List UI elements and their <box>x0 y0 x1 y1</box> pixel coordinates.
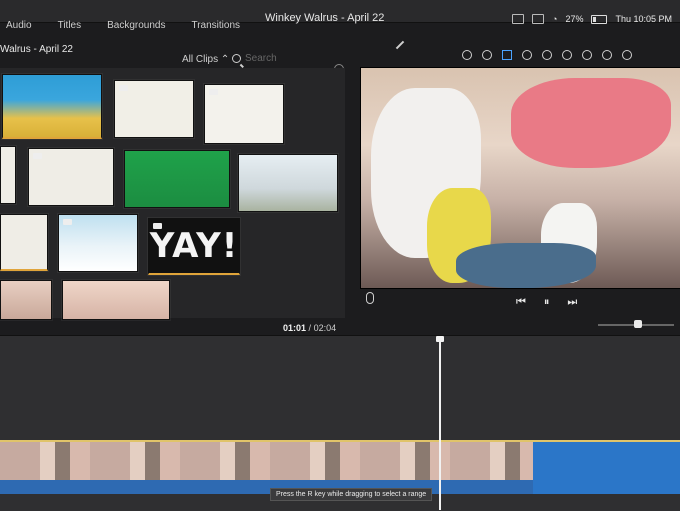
total-time: 02:04 <box>313 323 337 333</box>
clip-partial-left[interactable] <box>0 214 48 271</box>
window-title: Winkey Walrus - April 22 <box>265 12 385 24</box>
microphone-icon[interactable] <box>366 292 374 304</box>
volume-icon[interactable] <box>542 50 552 60</box>
skip-forward-icon[interactable]: ⏭ <box>567 296 577 309</box>
current-time: 01:01 <box>283 323 307 333</box>
chevron-updown-icon: ⌃ <box>220 54 230 65</box>
tab-transitions[interactable]: Transitions <box>191 20 240 31</box>
photo-icon <box>119 85 128 91</box>
pause-icon[interactable]: ⏸ <box>544 296 550 309</box>
tab-audio[interactable]: Audio <box>6 20 32 31</box>
clip-bedroom-1[interactable] <box>0 280 52 320</box>
clip-drawing-partial[interactable] <box>0 146 16 204</box>
clock[interactable]: Thu 10:05 PM <box>615 14 672 24</box>
clip-cage-drawing[interactable] <box>28 148 114 206</box>
clip-walrus-drawing[interactable] <box>114 80 194 138</box>
tab-titles[interactable]: Titles <box>58 20 82 31</box>
noise-filter-icon[interactable] <box>602 50 612 60</box>
playback-controls: ⏮ ⏸ ⏭ <box>516 296 577 309</box>
battery-icon[interactable] <box>591 14 608 24</box>
color-palette-icon[interactable] <box>482 50 492 60</box>
photo-icon <box>209 89 218 95</box>
tab-backgrounds[interactable]: Backgrounds <box>107 20 165 31</box>
clip-green-screen[interactable] <box>124 150 230 208</box>
clip-filter-select[interactable]: All Clips ⌃ <box>182 54 229 65</box>
video-viewer[interactable] <box>360 67 680 289</box>
primary-storyline <box>0 440 680 494</box>
clip-classroom[interactable] <box>238 154 338 212</box>
camera-icon[interactable] <box>512 14 525 24</box>
time-separator: / <box>308 323 312 333</box>
clip-puppet[interactable] <box>2 74 102 139</box>
photo-icon <box>33 153 42 159</box>
clip-filter-label: All Clips <box>182 54 219 65</box>
photo-icon <box>63 219 72 225</box>
clip-walrus-cage-drawing[interactable] <box>204 84 284 144</box>
media-browser: YAY! <box>0 68 345 320</box>
library-title: Walrus - April 22 <box>0 44 73 55</box>
display-icon[interactable] <box>532 14 545 24</box>
magic-wand-icon[interactable] <box>395 40 405 50</box>
slider-knob[interactable] <box>634 320 642 328</box>
photo-icon <box>153 223 162 229</box>
title-clip-text: YAY! <box>149 226 239 266</box>
search-placeholder: Search <box>245 53 277 64</box>
stabilize-icon[interactable] <box>522 50 532 60</box>
search-icon <box>232 54 241 63</box>
clip-bedroom-2[interactable] <box>62 280 170 320</box>
audio-waveform <box>0 480 534 494</box>
equalizer-icon[interactable] <box>562 50 572 60</box>
wifi-icon[interactable]: ◔ <box>552 14 557 24</box>
viewer-fabric-pink <box>511 78 671 168</box>
battery-percent: 27% <box>565 14 584 24</box>
info-icon[interactable] <box>622 50 632 60</box>
adjustment-toolbar <box>462 50 632 60</box>
color-balance-icon[interactable] <box>462 50 472 60</box>
clip-walrus-photo[interactable] <box>58 214 138 272</box>
timeline-clip-blue[interactable] <box>533 440 680 494</box>
playhead[interactable] <box>436 336 444 510</box>
timecode: 01:01 / 02:04 <box>283 323 336 333</box>
system-status: ◔ 27% Thu 10:05 PM <box>512 14 672 24</box>
search-field[interactable]: Search <box>232 53 277 64</box>
speed-icon[interactable] <box>582 50 592 60</box>
tooltip: Press the R key while dragging to select… <box>270 488 433 501</box>
skip-back-icon[interactable]: ⏮ <box>516 296 526 309</box>
clip-title-yay[interactable]: YAY! <box>148 218 240 275</box>
crop-icon[interactable] <box>502 50 512 60</box>
viewer-clothes-pile <box>456 243 596 288</box>
media-tabs: Audio Titles Backgrounds Transitions <box>0 20 240 31</box>
timeline-zoom-slider[interactable] <box>598 320 674 328</box>
timeline-clip[interactable] <box>0 440 534 494</box>
